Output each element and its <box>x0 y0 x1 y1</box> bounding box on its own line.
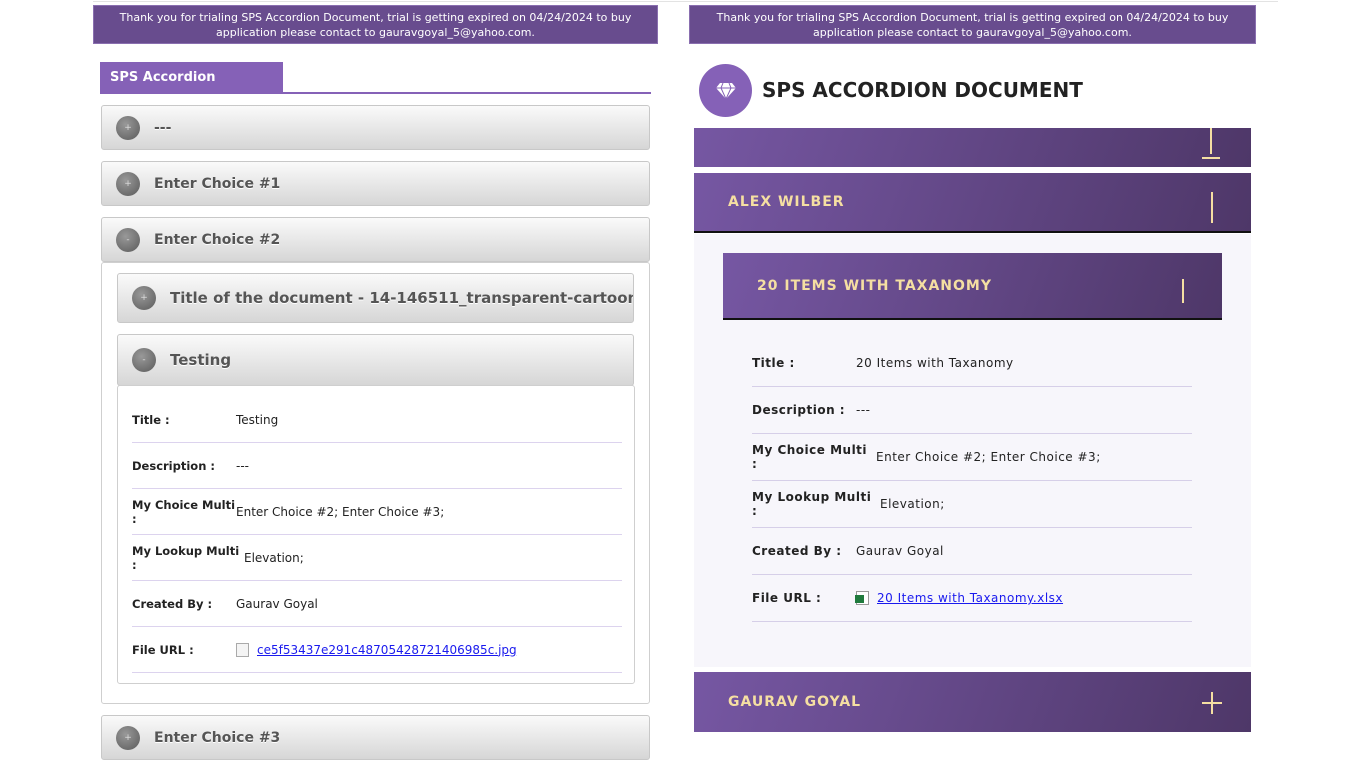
divider <box>93 1 1278 2</box>
label: My Choice Multi : <box>752 443 868 471</box>
trial-banner: Thank you for trialing SPS Accordion Doc… <box>93 5 658 44</box>
label: My Lookup Multi : <box>752 490 872 518</box>
nested-accordion-item[interactable]: + Title of the document - 14-146511_trans… <box>117 273 634 323</box>
value: Gaurav Goyal <box>856 544 944 558</box>
detail-row: My Choice Multi : Enter Choice #2; Enter … <box>132 489 622 535</box>
value: Elevation; <box>880 497 945 511</box>
details-panel: Title : Testing Description : --- My Choic… <box>117 385 635 684</box>
detail-row: Title : Testing <box>132 397 622 443</box>
detail-row: Description : --- <box>132 443 622 489</box>
tab-sps-accordion-document[interactable]: SPS Accordion Document <box>100 62 283 117</box>
file-link[interactable]: ce5f53437e291c48705428721406985c.jpg <box>257 643 517 657</box>
accordion-title: Enter Choice #2 <box>154 231 281 248</box>
collapse-icon <box>1211 192 1213 223</box>
value: Enter Choice #2; Enter Choice #3; <box>236 504 445 519</box>
value: --- <box>236 458 249 473</box>
value: --- <box>856 403 871 417</box>
detail-row: File URL : ce5f53437e291c4870542872140698… <box>132 627 622 673</box>
value: Testing <box>236 412 279 427</box>
label: Created By : <box>752 544 842 558</box>
label: Created By : <box>132 596 213 611</box>
detail-row: Title : 20 Items with Taxanomy <box>752 340 1192 387</box>
detail-row: My Choice Multi : Enter Choice #2; Enter … <box>752 434 1192 481</box>
detail-row: Description : --- <box>752 387 1192 434</box>
label: File URL : <box>132 642 194 657</box>
accordion-title: Enter Choice #1 <box>154 175 281 192</box>
expand-icon: + <box>116 115 140 140</box>
accordion-header-alex-wilber[interactable]: ALEX WILBER <box>694 173 1251 233</box>
image-file-icon <box>236 642 249 657</box>
expand-icon-bar <box>1202 702 1222 704</box>
accordion-title: Testing <box>170 351 232 369</box>
group-panel: 20 ITEMS WITH TAXANOMY Title : 20 Items w… <box>694 234 1251 667</box>
tab-underline <box>100 92 651 94</box>
accordion-title: Title of the document - 14-146511_transp… <box>170 289 633 307</box>
label: My Choice Multi : <box>132 497 236 526</box>
expand-icon: + <box>116 725 140 750</box>
detail-row: Created By : Gaurav Goyal <box>752 528 1192 575</box>
group-title: GAURAV GOYAL <box>728 694 862 710</box>
label: My Lookup Multi : <box>132 543 240 572</box>
accordion-title: Enter Choice #3 <box>154 729 281 746</box>
label: File URL : <box>752 591 822 605</box>
file-link[interactable]: 20 Items with Taxanomy.xlsx <box>877 591 1063 605</box>
accordion-title: --- <box>154 119 172 136</box>
accordion-item[interactable]: + Enter Choice #1 <box>101 161 650 206</box>
accordion-item[interactable]: + --- <box>101 105 650 150</box>
value: 20 Items with Taxanomy <box>856 356 1014 370</box>
group-title: ALEX WILBER <box>728 194 845 210</box>
accordion-header-gaurav-goyal[interactable]: GAURAV GOYAL <box>694 672 1251 732</box>
label: Description : <box>132 458 215 473</box>
excel-file-icon <box>855 591 869 605</box>
label: Description : <box>752 403 846 417</box>
accordion-item[interactable]: - Enter Choice #2 <box>101 217 650 262</box>
accordion-header-empty[interactable] <box>694 128 1251 167</box>
detail-row: File URL : 20 Items with Taxanomy.xlsx <box>752 575 1192 622</box>
page-title: SPS ACCORDION DOCUMENT <box>762 78 1083 102</box>
diamond-icon <box>699 64 752 117</box>
value: Elevation; <box>244 550 304 565</box>
value: Gaurav Goyal <box>236 596 318 611</box>
expand-icon: + <box>132 286 156 310</box>
collapse-icon <box>1182 279 1184 303</box>
item-title: 20 ITEMS WITH TAXANOMY <box>757 277 992 294</box>
label: Title : <box>752 356 795 370</box>
collapse-icon: - <box>132 348 156 372</box>
expand-icon: + <box>116 171 140 196</box>
trial-banner: Thank you for trialing SPS Accordion Doc… <box>689 5 1256 44</box>
detail-row: My Lookup Multi : Elevation; <box>752 481 1192 528</box>
item-header[interactable]: 20 ITEMS WITH TAXANOMY <box>723 253 1222 320</box>
nested-accordion-item[interactable]: - Testing <box>117 334 634 386</box>
detail-row: My Lookup Multi : Elevation; <box>132 535 622 581</box>
collapse-icon-bar <box>1202 157 1220 159</box>
accordion-item[interactable]: + Enter Choice #3 <box>101 715 650 760</box>
label: Title : <box>132 412 170 427</box>
detail-row: Created By : Gaurav Goyal <box>132 581 622 627</box>
collapse-icon: - <box>116 227 140 252</box>
value: Enter Choice #2; Enter Choice #3; <box>876 450 1101 464</box>
collapse-icon <box>1210 128 1212 154</box>
